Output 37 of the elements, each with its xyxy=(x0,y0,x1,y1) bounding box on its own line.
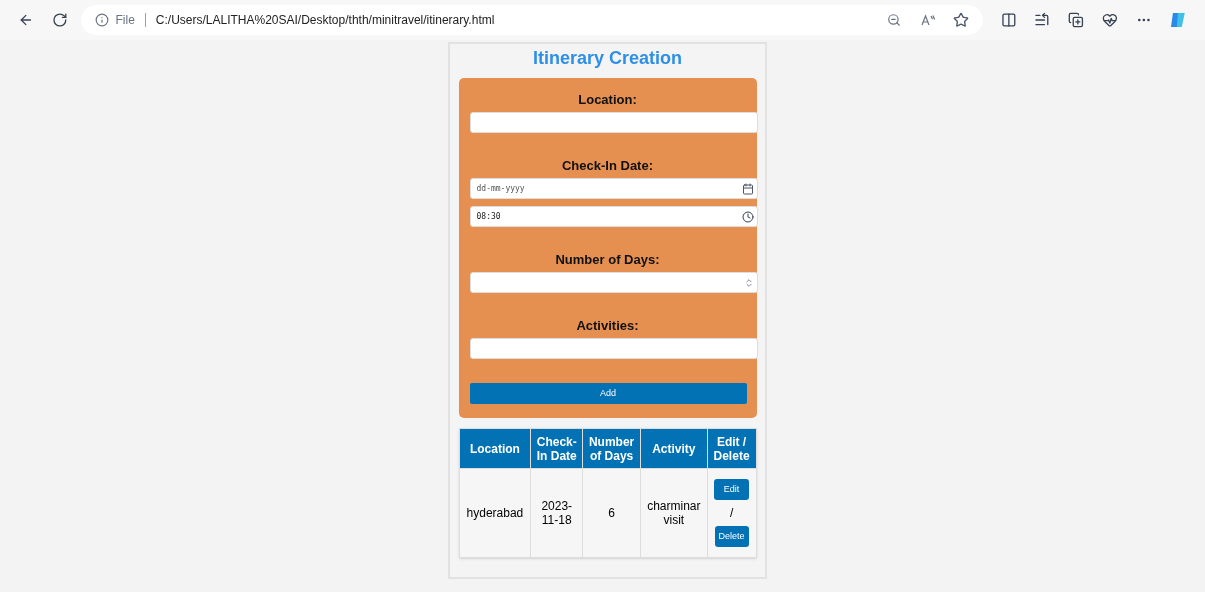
column-header: Location xyxy=(459,428,531,469)
table-cell: hyderabad xyxy=(459,468,531,558)
table-cell: 2023-11-18 xyxy=(530,468,583,558)
field-label: Number of Days: xyxy=(554,252,661,267)
delete-button[interactable]: Delete xyxy=(714,526,749,547)
zoom-out-icon[interactable] xyxy=(886,13,901,27)
column-header: Edit / Delete xyxy=(707,428,756,469)
separator-text: / xyxy=(729,505,734,522)
page-title: Itinerary Creation xyxy=(532,47,682,70)
field-label: Check-In Date: xyxy=(561,158,654,173)
add-button[interactable]: Add xyxy=(469,383,747,404)
input-field[interactable] xyxy=(469,112,758,133)
table-cell: charminar visit xyxy=(640,468,708,558)
column-header: Activity xyxy=(640,428,708,469)
url-text: C:/Users/LALITHA%20SAI/Desktop/thth/minitravel/itinerary.html xyxy=(155,12,495,29)
read-aloud-icon[interactable] xyxy=(920,14,935,26)
column-header: Check-In Date xyxy=(530,428,583,469)
split-screen-icon[interactable] xyxy=(1000,12,1017,28)
clock-icon[interactable] xyxy=(741,210,754,223)
calendar-icon[interactable] xyxy=(741,182,754,195)
input-field[interactable] xyxy=(469,272,758,293)
input-field[interactable]: 08:30 xyxy=(469,206,758,227)
input-field[interactable] xyxy=(469,338,758,359)
back-icon[interactable] xyxy=(18,12,34,28)
reload-icon[interactable] xyxy=(51,12,68,28)
input-field[interactable]: dd-mm-yyyy xyxy=(469,178,758,199)
table-cell: 6 xyxy=(582,468,641,558)
star-icon[interactable] xyxy=(952,12,969,28)
column-header: Number of Days xyxy=(582,428,641,469)
health-icon[interactable] xyxy=(1101,12,1118,28)
field-label: Location: xyxy=(577,92,638,107)
field-label: Activities: xyxy=(575,318,640,333)
address-bar[interactable]: File C:/Users/LALITHA%20SAI/Desktop/thth/minitravel/itinerary.html xyxy=(81,5,983,35)
edit-button[interactable]: Edit xyxy=(713,479,750,500)
scheme-label: File xyxy=(115,12,135,29)
collections-icon[interactable] xyxy=(1068,12,1084,28)
info-icon[interactable] xyxy=(95,13,110,27)
